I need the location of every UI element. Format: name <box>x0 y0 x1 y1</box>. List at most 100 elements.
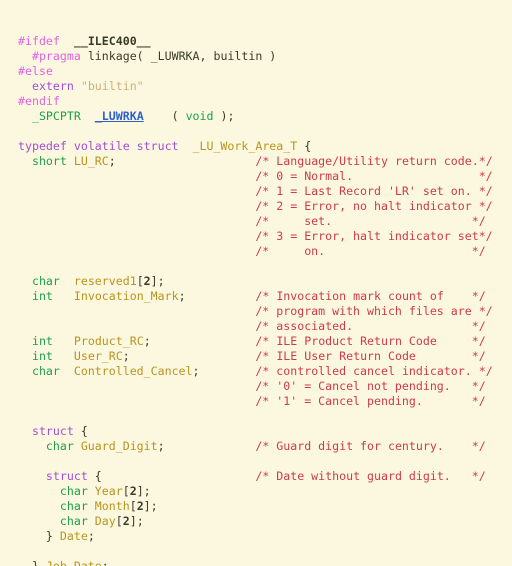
code-token-comment: /* associated. */ <box>255 319 486 333</box>
code-token-number: 2 <box>136 499 144 513</box>
code-line: } Date; <box>0 529 512 544</box>
code-token-plain: ; <box>143 334 151 348</box>
code-line: extern "builtin" <box>0 79 512 94</box>
code-token-type: char <box>59 499 88 513</box>
code-token-comment: /* ILE User Return Code */ <box>255 349 486 363</box>
code-token-comment: /* Date without guard digit. */ <box>255 469 486 483</box>
code-line: /* '1' = Cancel pending. */ <box>0 394 512 409</box>
code-padding <box>18 199 255 213</box>
code-token-plain: ; <box>108 154 116 168</box>
code-token-macro: __ILEC400__ <box>73 34 151 48</box>
code-line: /* 2 = Error, no halt indicator */ <box>0 199 512 214</box>
code-line: #ifdef __ILEC400__ <box>0 34 512 49</box>
code-token-plain: linkage( _LUWRKA, builtin ) <box>80 49 277 63</box>
code-line: char Guard_Digit; /* Guard digit for cen… <box>0 439 512 454</box>
code-line: #pragma linkage( _LUWRKA, builtin ) <box>0 49 512 64</box>
code-token-keyword: struct <box>45 469 88 483</box>
code-token-plain: } <box>18 559 46 566</box>
code-token-plain: [ <box>129 499 137 513</box>
code-token-ident: Guard_Digit <box>80 439 158 453</box>
code-token-type: char <box>31 274 60 288</box>
code-line: short LU_RC; /* Language/Utility return … <box>0 154 512 169</box>
code-token-ident: Date <box>59 529 88 543</box>
code-token-plain: ; <box>192 364 200 378</box>
code-token-plain: ; <box>101 559 109 566</box>
code-token-pre: #pragma <box>31 49 81 63</box>
code-padding <box>116 154 256 168</box>
code-token-type: char <box>45 439 74 453</box>
code-token-keyword: struct <box>31 424 74 438</box>
code-token-comment: /* 2 = Error, no halt indicator */ <box>255 199 493 213</box>
code-token-string: "builtin" <box>80 79 144 93</box>
code-padding <box>18 244 255 258</box>
code-token-plain: ; <box>87 529 95 543</box>
code-padding <box>18 229 255 243</box>
code-padding <box>18 394 255 408</box>
code-token-plain: ]; <box>143 499 158 513</box>
code-token-link[interactable]: _LUWRKA <box>95 109 144 123</box>
code-line: /* program with which files are */ <box>0 304 512 319</box>
code-token-type: char <box>59 514 88 528</box>
code-padding <box>18 184 255 198</box>
code-line: char reserved1[2]; <box>0 274 512 289</box>
code-padding <box>18 214 255 228</box>
code-token-ident: Invocation_Mark <box>73 289 179 303</box>
code-line: char Month[2]; <box>0 499 512 514</box>
code-token-ident: _LU_Work_Area_T <box>192 139 298 153</box>
code-line: /* on. */ <box>0 244 512 259</box>
code-line: char Day[2]; <box>0 514 512 529</box>
code-body: #ifdef __ILEC400__ #pragma linkage( _LUW… <box>0 34 512 566</box>
code-token-keyword: typedef volatile struct <box>18 139 179 153</box>
code-token-comment: /* controlled cancel indicator. */ <box>255 364 493 378</box>
code-token-type: int <box>31 349 53 363</box>
code-token-type: _SPCPTR <box>31 109 81 123</box>
code-line: typedef volatile struct _LU_Work_Area_T … <box>0 139 512 154</box>
code-token-plain: ]; <box>150 274 165 288</box>
code-line: #else <box>0 64 512 79</box>
code-token-comment: /* 3 = Error, halt indicator set*/ <box>255 229 493 243</box>
code-token-ident: Job_Date <box>45 559 102 566</box>
code-token-plain: ; <box>178 289 186 303</box>
code-token-plain: [ <box>115 514 123 528</box>
code-token-comment: /* ILE Product Return Code */ <box>255 334 486 348</box>
code-line: /* associated. */ <box>0 319 512 334</box>
code-token-comment: /* '0' = Cancel not pending. */ <box>255 379 486 393</box>
code-line: _SPCPTR _LUWRKA ( void ); <box>0 109 512 124</box>
code-padding <box>200 364 256 378</box>
code-token-plain: ); <box>213 109 235 123</box>
code-token-plain: { <box>297 139 312 153</box>
code-token-plain: ; <box>157 439 165 453</box>
code-token-ident: Controlled_Cancel <box>73 364 193 378</box>
code-line: int Product_RC; /* ILE Product Return Co… <box>0 334 512 349</box>
code-viewer[interactable]: #ifdef __ILEC400__ #pragma linkage( _LUW… <box>0 0 512 566</box>
code-padding <box>18 169 255 183</box>
code-token-plain: [ <box>136 274 144 288</box>
code-line: /* 0 = Normal. */ <box>0 169 512 184</box>
code-padding <box>18 379 255 393</box>
code-token-plain: ]; <box>136 484 151 498</box>
code-token-plain: ( <box>143 109 186 123</box>
